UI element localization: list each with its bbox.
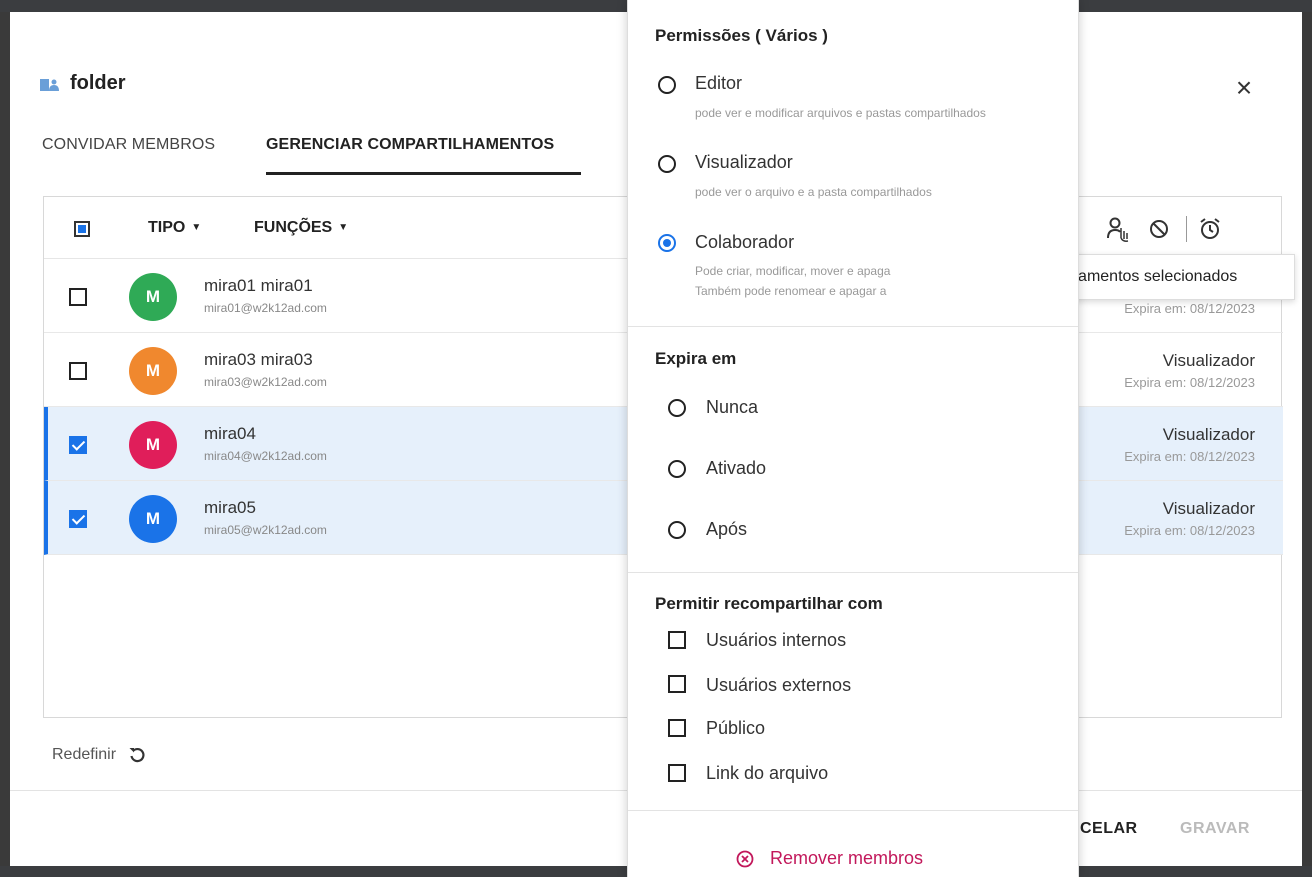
block-icon[interactable] <box>1146 216 1172 242</box>
remove-members-label: Remover membros <box>770 848 924 868</box>
row-checkbox[interactable] <box>69 436 87 454</box>
roles-filter-dropdown[interactable]: FUNÇÕES ▼ <box>254 219 348 237</box>
radio-after[interactable] <box>668 521 686 539</box>
member-expiry: Expira em: 08/12/2023 <box>1124 375 1255 390</box>
member-expiry: Expira em: 08/12/2023 <box>1124 449 1255 464</box>
member-email: mira01@w2k12ad.com <box>204 301 327 315</box>
tab-manage-shares[interactable]: GERENCIAR COMPARTILHAMENTOS <box>266 136 554 154</box>
dialog-title: folder <box>70 72 126 94</box>
remove-circle-icon <box>736 850 754 867</box>
radio-on[interactable] <box>668 460 686 478</box>
option-label-viewer: Visualizador <box>695 152 793 172</box>
member-name: mira04 <box>204 424 256 443</box>
member-role: Visualizador <box>1162 425 1255 444</box>
caret-down-icon: ▼ <box>191 222 202 233</box>
reset-button[interactable]: Redefinir <box>52 746 146 764</box>
reshare-option-public: Público <box>706 718 766 738</box>
bulk-actions-toolbar <box>1106 216 1237 242</box>
section-divider <box>628 810 1078 811</box>
shared-folder-icon <box>40 78 59 91</box>
expires-option-on: Ativado <box>706 458 767 478</box>
avatar: M <box>129 421 177 469</box>
permissions-title: Permissões ( Vários ) <box>655 26 828 45</box>
reset-label: Redefinir <box>52 746 117 763</box>
member-name: mira03 mira03 <box>204 350 313 369</box>
permissions-panel: Permissões ( Vários ) Editor pode ver e … <box>627 0 1079 877</box>
dialog-title-row: folder <box>40 72 126 95</box>
tab-invite-members[interactable]: CONVIDAR MEMBROS <box>42 136 215 154</box>
cancel-button[interactable]: CELAR <box>1080 820 1138 838</box>
type-filter-dropdown[interactable]: TIPO ▼ <box>148 219 201 237</box>
close-icon[interactable]: × <box>1232 74 1256 102</box>
roles-filter-label: FUNÇÕES <box>254 219 333 236</box>
radio-editor[interactable] <box>658 76 676 94</box>
member-expiry: Expira em: 08/12/2023 <box>1124 301 1255 316</box>
reshare-option-external: Usuários externos <box>706 675 852 695</box>
remove-members-button[interactable]: Remover membros <box>736 848 923 869</box>
save-button[interactable]: GRAVAR <box>1180 820 1250 838</box>
section-divider <box>628 326 1078 327</box>
radio-collaborator[interactable] <box>658 234 676 252</box>
reshare-title: Permitir recompartilhar com <box>655 594 883 613</box>
checkbox-external-users[interactable] <box>668 675 686 693</box>
option-desc-collaborator-2: Também pode renomear e apagar a <box>695 284 887 298</box>
member-email: mira05@w2k12ad.com <box>204 523 327 537</box>
type-filter-label: TIPO <box>148 219 186 236</box>
reset-icon <box>129 748 145 763</box>
checkbox-file-link[interactable] <box>668 764 686 782</box>
edit-shares-icon[interactable] <box>1106 216 1132 242</box>
option-label-collaborator: Colaborador <box>695 232 795 252</box>
row-checkbox[interactable] <box>69 510 87 528</box>
member-email: mira03@w2k12ad.com <box>204 375 327 389</box>
member-role: Visualizador <box>1162 499 1255 518</box>
reshare-option-file-link: Link do arquivo <box>706 763 829 783</box>
expires-option-never: Nunca <box>706 397 759 417</box>
expires-option-after: Após <box>706 519 748 539</box>
member-name: mira05 <box>204 498 256 517</box>
radio-viewer[interactable] <box>658 155 676 173</box>
alarm-clock-icon[interactable] <box>1197 216 1223 242</box>
avatar: M <box>129 347 177 395</box>
avatar: M <box>129 273 177 321</box>
option-desc-viewer: pode ver o arquivo e a pasta compartilha… <box>695 185 932 199</box>
radio-never[interactable] <box>668 399 686 417</box>
option-desc-collaborator: Pode criar, modificar, mover e apaga <box>695 264 891 278</box>
section-divider <box>628 572 1078 573</box>
select-all-checkbox[interactable] <box>74 221 90 237</box>
option-label-editor: Editor <box>695 73 743 93</box>
member-email: mira04@w2k12ad.com <box>204 449 327 463</box>
member-role: Visualizador <box>1162 351 1255 370</box>
checkbox-internal-users[interactable] <box>668 631 686 649</box>
member-name: mira01 mira01 <box>204 276 313 295</box>
active-tab-indicator <box>266 172 581 175</box>
member-expiry: Expira em: 08/12/2023 <box>1124 523 1255 538</box>
toolbar-divider <box>1186 216 1187 242</box>
row-checkbox[interactable] <box>69 288 87 306</box>
avatar: M <box>129 495 177 543</box>
option-desc-editor: pode ver e modificar arquivos e pastas c… <box>695 106 986 120</box>
checkbox-public[interactable] <box>668 719 686 737</box>
reshare-option-internal: Usuários internos <box>706 630 847 650</box>
caret-down-icon: ▼ <box>338 222 349 233</box>
expires-title: Expira em <box>655 349 737 368</box>
row-checkbox[interactable] <box>69 362 87 380</box>
